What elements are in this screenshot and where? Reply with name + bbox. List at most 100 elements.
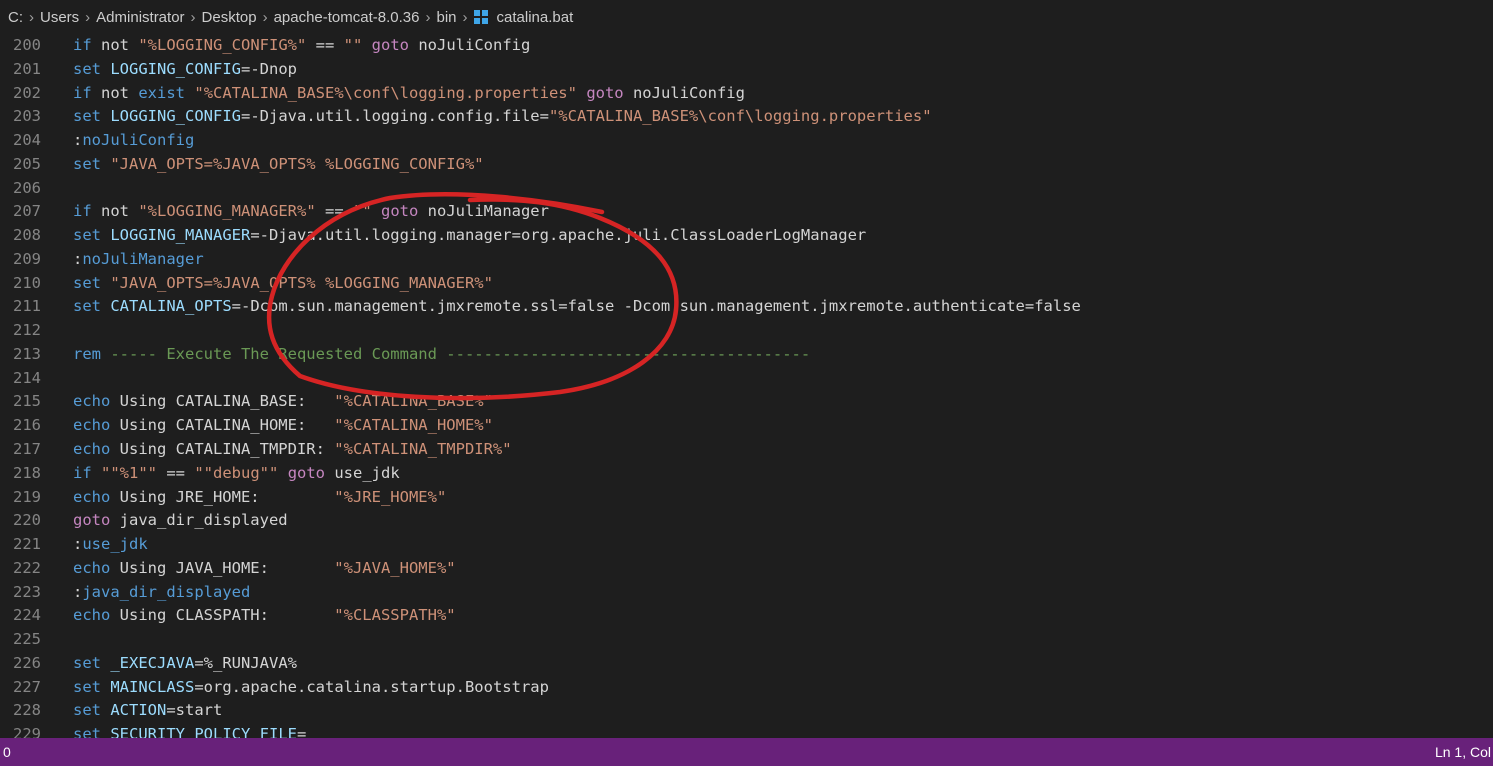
- line-code[interactable]: :use_jdk: [73, 533, 148, 557]
- line-number: 215: [13, 392, 41, 411]
- line-number: 228: [13, 701, 41, 720]
- line-number: 212: [13, 321, 41, 340]
- code-token: not: [91, 36, 139, 54]
- line-code[interactable]: :noJuliConfig: [73, 129, 194, 153]
- code-line[interactable]: 209:noJuliManager: [0, 248, 1493, 272]
- line-code[interactable]: if not exist "%CATALINA_BASE%\conf\loggi…: [73, 82, 745, 106]
- code-line[interactable]: 226 set _EXECJAVA=%_RUNJAVA%: [0, 652, 1493, 676]
- line-code[interactable]: echo Using CLASSPATH: "%CLASSPATH%": [73, 604, 456, 628]
- line-code[interactable]: set _EXECJAVA=%_RUNJAVA%: [73, 652, 297, 676]
- breadcrumb-item[interactable]: bin: [436, 9, 456, 26]
- code-token: java_dir_displayed: [82, 582, 251, 601]
- line-number: 216: [13, 416, 41, 435]
- line-code[interactable]: set MAINCLASS=org.apache.catalina.startu…: [73, 676, 549, 700]
- code-token: if: [73, 83, 92, 102]
- code-line[interactable]: 219 echo Using JRE_HOME: "%JRE_HOME%": [0, 486, 1493, 510]
- code-token: "%CATALINA_BASE%\conf\logging.properties…: [194, 83, 577, 102]
- code-line[interactable]: 213 rem ----- Execute The Requested Comma…: [0, 343, 1493, 367]
- code-line[interactable]: 220 goto java_dir_displayed: [0, 509, 1493, 533]
- line-code[interactable]: set CATALINA_OPTS=-Dcom.sun.management.j…: [73, 295, 1081, 319]
- line-code[interactable]: set "JAVA_OPTS=%JAVA_OPTS% %LOGGING_MANA…: [73, 272, 493, 296]
- code-line[interactable]: 205 set "JAVA_OPTS=%JAVA_OPTS% %LOGGING_C…: [0, 153, 1493, 177]
- code-line[interactable]: 204:noJuliConfig: [0, 129, 1493, 153]
- code-editor[interactable]: 200 if not "%LOGGING_CONFIG%" == "" goto …: [0, 34, 1493, 738]
- line-code[interactable]: set ACTION=start: [73, 699, 222, 723]
- code-token: "%LOGGING_MANAGER%": [138, 202, 316, 221]
- code-line[interactable]: 203 set LOGGING_CONFIG=-Djava.util.loggin…: [0, 105, 1493, 129]
- line-code[interactable]: set LOGGING_CONFIG=-Dnop: [73, 58, 297, 82]
- code-line[interactable]: 229 set SECURITY_POLICY_FILE=: [0, 723, 1493, 738]
- code-line[interactable]: 212: [0, 319, 1493, 343]
- code-line[interactable]: 215 echo Using CATALINA_BASE: "%CATALINA_…: [0, 390, 1493, 414]
- line-code[interactable]: set LOGGING_CONFIG=-Djava.util.logging.c…: [73, 105, 932, 129]
- breadcrumb-item[interactable]: Administrator: [96, 9, 184, 26]
- code-line[interactable]: 206: [0, 177, 1493, 201]
- code-line[interactable]: 208 set LOGGING_MANAGER=-Djava.util.loggi…: [0, 224, 1493, 248]
- code-line[interactable]: 202 if not exist "%CATALINA_BASE%\conf\lo…: [0, 82, 1493, 106]
- code-line[interactable]: 201 set LOGGING_CONFIG=-Dnop: [0, 58, 1493, 82]
- line-code[interactable]: echo Using JAVA_HOME: "%JAVA_HOME%": [73, 557, 456, 581]
- code-line[interactable]: 207 if not "%LOGGING_MANAGER%" == "" goto…: [0, 200, 1493, 224]
- code-line[interactable]: 224 echo Using CLASSPATH: "%CLASSPATH%": [0, 604, 1493, 628]
- code-token: _EXECJAVA: [110, 653, 195, 672]
- breadcrumb-file[interactable]: catalina.bat: [497, 9, 574, 26]
- line-code[interactable]: rem ----- Execute The Requested Command …: [73, 343, 810, 367]
- line-code[interactable]: goto java_dir_displayed: [73, 509, 288, 533]
- line-code[interactable]: echo Using CATALINA_BASE: "%CATALINA_BAS…: [73, 390, 493, 414]
- line-number: 222: [13, 558, 41, 577]
- code-line[interactable]: 223:java_dir_displayed: [0, 581, 1493, 605]
- code-line[interactable]: 214: [0, 367, 1493, 391]
- breadcrumb-item[interactable]: Desktop: [202, 9, 257, 26]
- code-token: set: [73, 226, 101, 245]
- cursor-position[interactable]: Ln 1, Col: [1435, 738, 1491, 766]
- code-token: goto: [381, 202, 419, 221]
- code-line[interactable]: 225: [0, 628, 1493, 652]
- code-line[interactable]: 228 set ACTION=start: [0, 699, 1493, 723]
- code-line[interactable]: 200 if not "%LOGGING_CONFIG%" == "" goto …: [0, 34, 1493, 58]
- line-code[interactable]: set "JAVA_OPTS=%JAVA_OPTS% %LOGGING_CONF…: [73, 153, 484, 177]
- line-code[interactable]: if not "%LOGGING_CONFIG%" == "" goto noJ…: [73, 34, 530, 58]
- code-line[interactable]: 227 set MAINCLASS=org.apache.catalina.sta…: [0, 676, 1493, 700]
- code-token: set: [73, 297, 101, 316]
- line-code[interactable]: echo Using CATALINA_HOME: "%CATALINA_HOM…: [73, 414, 493, 438]
- breadcrumb-item[interactable]: C:: [8, 9, 23, 26]
- line-number: 217: [13, 440, 41, 459]
- code-line[interactable]: 211 set CATALINA_OPTS=-Dcom.sun.managemen…: [0, 295, 1493, 319]
- code-token: noJuliManager: [418, 202, 549, 221]
- line-number: 224: [13, 606, 41, 625]
- code-token: "%JRE_HOME%": [334, 487, 447, 506]
- code-token: "%CATALINA_BASE%\conf\logging.properties…: [548, 107, 932, 126]
- code-token: "": [343, 36, 363, 54]
- code-line[interactable]: 221 :use_jdk: [0, 533, 1493, 557]
- code-token: :: [73, 535, 83, 554]
- line-number: 210: [13, 273, 41, 292]
- code-token: echo: [73, 416, 111, 435]
- line-code[interactable]: set LOGGING_MANAGER=-Djava.util.logging.…: [73, 224, 866, 248]
- line-code[interactable]: :noJuliManager: [73, 248, 204, 272]
- code-token: rem: [73, 344, 101, 363]
- status-bar-left-item[interactable]: 0: [3, 738, 11, 766]
- breadcrumb-item[interactable]: Users: [40, 9, 79, 26]
- windows-file-icon: [473, 9, 489, 25]
- breadcrumb-item[interactable]: apache-tomcat-8.0.36: [274, 9, 420, 26]
- line-code[interactable]: if not "%LOGGING_MANAGER%" == "" goto no…: [73, 200, 549, 224]
- line-code[interactable]: set SECURITY_POLICY_FILE=: [73, 723, 306, 738]
- line-code[interactable]: :java_dir_displayed: [73, 581, 250, 605]
- code-line[interactable]: 210 set "JAVA_OPTS=%JAVA_OPTS% %LOGGING_M…: [0, 272, 1493, 296]
- line-code[interactable]: echo Using JRE_HOME: "%JRE_HOME%": [73, 486, 446, 510]
- code-token: echo: [73, 440, 111, 459]
- code-line[interactable]: 217 echo Using CATALINA_TMPDIR: "%CATALIN…: [0, 438, 1493, 462]
- code-line[interactable]: 222 echo Using JAVA_HOME: "%JAVA_HOME%": [0, 557, 1493, 581]
- code-token: :: [73, 131, 83, 150]
- line-code[interactable]: if ""%1"" == ""debug"" goto use_jdk: [73, 462, 400, 486]
- code-token: goto: [73, 511, 111, 530]
- code-line[interactable]: 218 if ""%1"" == ""debug"" goto use_jdk: [0, 462, 1493, 486]
- code-line[interactable]: 216 echo Using CATALINA_HOME: "%CATALINA_…: [0, 414, 1493, 438]
- line-code[interactable]: echo Using CATALINA_TMPDIR: "%CATALINA_T…: [73, 438, 512, 462]
- line-number: 221: [13, 535, 41, 554]
- code-token: LOGGING_CONFIG: [110, 107, 241, 126]
- code-token: =start: [166, 701, 223, 720]
